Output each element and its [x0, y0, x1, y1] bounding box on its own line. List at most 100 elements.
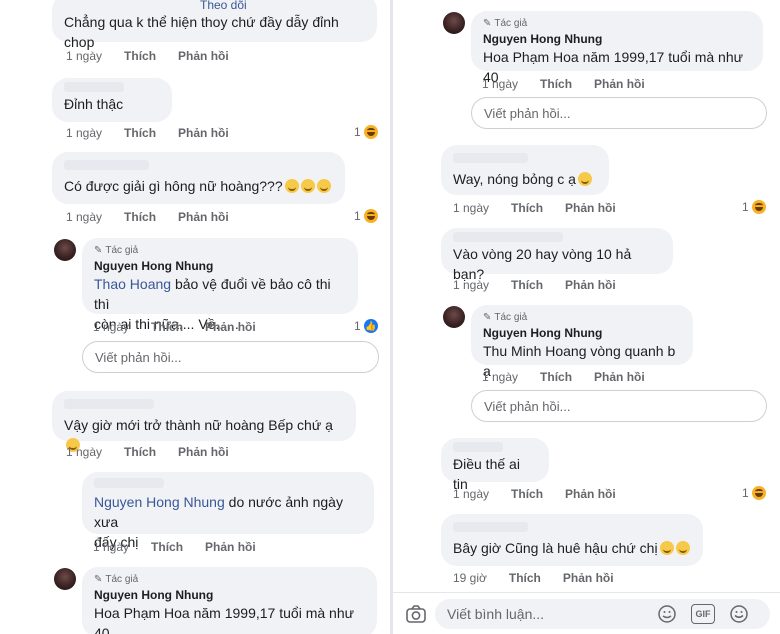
comment-author[interactable]: Nguyen Hong Nhung — [483, 325, 681, 341]
avatar[interactable] — [443, 306, 465, 328]
blurred-name — [64, 82, 124, 92]
reply-button[interactable]: Phản hồi — [594, 77, 645, 91]
mention-link[interactable]: Nguyen Hong Nhung — [94, 494, 225, 510]
comment-time: 1 ngày — [453, 278, 490, 292]
reaction-count[interactable]: 1 — [742, 486, 766, 500]
reply-button[interactable]: Phản hồi — [178, 210, 229, 224]
comment-time: 1 ngày — [93, 320, 130, 334]
reply-button[interactable]: Phản hồi — [565, 278, 616, 292]
reply-button[interactable]: Phản hồi — [178, 126, 229, 140]
comment-actions: 1 ngày Thích Phản hồi — [453, 278, 616, 292]
reply-button[interactable]: Phản hồi — [178, 445, 229, 459]
comment-actions: 19 giờ Thích Phản hồi — [453, 571, 614, 585]
emoji-icon[interactable] — [729, 604, 749, 624]
gif-label: GIF — [695, 609, 711, 619]
comment-text: Thao Hoang bảo vệ đuổi về bảo cô thi thì — [94, 276, 331, 312]
comment-bubble: ✎ Tác giả Nguyen Hong Nhung Thu Minh Hoan… — [471, 305, 693, 379]
reply-button[interactable]: Phản hồi — [178, 49, 229, 63]
comment-text: Bây giờ Cũng là huê hậu chứ chị — [453, 538, 691, 558]
grin-emoji-icon — [284, 179, 299, 193]
author-badge: ✎ Tác giả — [94, 574, 139, 585]
reaction-count[interactable]: 1 👍 — [354, 319, 378, 333]
comment-bubble: Vào vòng 20 hay vòng 10 hả bạn? — [441, 228, 673, 282]
comment-text: Có được giải gì hông nữ hoàng??? — [64, 176, 333, 196]
reply-button[interactable]: Phản hồi — [205, 540, 256, 554]
like-button[interactable]: Thích — [151, 540, 183, 554]
reaction-count[interactable]: 1 — [354, 209, 378, 223]
reply-button[interactable]: Phản hồi — [565, 201, 616, 215]
comment-bubble: Đỉnh thậc — [52, 78, 172, 122]
comment-actions: 1 ngày Thích Phản hồi — [66, 210, 229, 224]
like-button[interactable]: Thích — [511, 278, 543, 292]
haha-reaction-icon — [363, 209, 378, 223]
sticker-icon[interactable] — [657, 604, 677, 624]
haha-reaction-icon — [751, 200, 766, 214]
avatar[interactable] — [54, 239, 76, 261]
comment-author[interactable]: Nguyen Hong Nhung — [94, 258, 346, 274]
comment-author[interactable]: Nguyen Hong Nhung — [94, 587, 365, 603]
like-button[interactable]: Thích — [511, 487, 543, 501]
pencil-icon: ✎ — [483, 312, 492, 323]
comment-actions: 1 ngày Thích Phản hồi — [66, 49, 229, 63]
grin-emoji-icon — [316, 179, 331, 193]
author-badge: ✎ Tác giả — [483, 312, 528, 323]
avatar[interactable] — [54, 568, 76, 590]
reply-input[interactable]: Viết phản hồi... — [82, 341, 379, 373]
like-button[interactable]: Thích — [124, 126, 156, 140]
comment-bubble: ✎ Tác giả Nguyen Hong Nhung Hoa Phạm Hoa … — [471, 11, 763, 85]
comment-actions: 1 ngày Thích Phản hồi — [482, 77, 645, 91]
like-button[interactable]: Thích — [124, 49, 156, 63]
camera-icon[interactable] — [405, 603, 427, 625]
like-button[interactable]: Thích — [509, 571, 541, 585]
right-comment-panel: ✎ Tác giả Nguyen Hong Nhung Hoa Phạm Hoa … — [393, 0, 780, 634]
comment-actions: 1 ngày Thích Phản hồi — [482, 370, 645, 384]
like-button[interactable]: Thích — [540, 77, 572, 91]
blurred-name — [453, 153, 528, 163]
like-button[interactable]: Thích — [511, 201, 543, 215]
comment-time: 1 ngày — [453, 487, 490, 501]
tongue-emoji-icon — [577, 172, 592, 186]
smile-emoji-icon — [659, 541, 674, 555]
comment-bubble: Theo dõi Chẳng qua k thể hiện thoy chứ đ… — [52, 0, 377, 50]
like-button[interactable]: Thích — [540, 370, 572, 384]
reply-button[interactable]: Phản hồi — [565, 487, 616, 501]
smile-emoji-icon — [675, 541, 690, 555]
reply-button[interactable]: Phản hồi — [205, 320, 256, 334]
like-button[interactable]: Thích — [124, 210, 156, 224]
like-button[interactable]: Thích — [124, 445, 156, 459]
comment-time: 1 ngày — [482, 77, 519, 91]
comment-author[interactable]: Nguyen Hong Nhung — [483, 31, 751, 47]
reaction-number: 1 — [354, 125, 361, 139]
grin-emoji-icon — [300, 179, 315, 193]
comment-bubble: ✎ Tác giả Nguyen Hong Nhung Thao Hoang bả… — [82, 238, 358, 332]
comment-bubble: ✎ Tác giả Nguyen Hong Nhung Hoa Phạm Hoa … — [82, 567, 377, 634]
blurred-name — [94, 478, 164, 488]
reply-input[interactable]: Viết phản hồi... — [471, 97, 767, 129]
reaction-count[interactable]: 1 — [354, 125, 378, 139]
comment-bubble: Nguyen Hong Nhung do nước ảnh ngày xưa đ… — [82, 472, 374, 550]
comment-actions: 1 ngày Thích Phản hồi — [66, 126, 229, 140]
comment-actions: 1 ngày Thích Phản hồi — [93, 320, 256, 334]
reply-input[interactable]: Viết phản hồi... — [471, 390, 767, 422]
reaction-number: 1 — [742, 486, 749, 500]
reaction-count[interactable]: 1 — [742, 200, 766, 214]
gif-icon[interactable]: GIF — [691, 604, 715, 624]
left-comment-panel: Theo dõi Chẳng qua k thể hiện thoy chứ đ… — [0, 0, 390, 634]
comment-time: 1 ngày — [66, 445, 103, 459]
comment-actions: 1 ngày Thích Phản hồi — [93, 540, 256, 554]
blurred-name — [64, 399, 154, 409]
reply-button[interactable]: Phản hồi — [563, 571, 614, 585]
like-button[interactable]: Thích — [151, 320, 183, 334]
haha-reaction-icon — [751, 486, 766, 500]
comment-time: 1 ngày — [66, 210, 103, 224]
comment-time: 19 giờ — [453, 571, 487, 585]
follow-link[interactable]: Theo dõi — [200, 0, 365, 12]
comment-actions: 1 ngày Thích Phản hồi — [453, 487, 616, 501]
pencil-icon: ✎ — [483, 18, 492, 29]
comment-input[interactable]: Viết bình luận... GIF — [435, 599, 770, 629]
avatar[interactable] — [443, 12, 465, 34]
reply-button[interactable]: Phản hồi — [594, 370, 645, 384]
pencil-icon: ✎ — [94, 245, 103, 256]
mention-link[interactable]: Thao Hoang — [94, 276, 171, 292]
comment-actions: 1 ngày Thích Phản hồi — [66, 445, 229, 459]
